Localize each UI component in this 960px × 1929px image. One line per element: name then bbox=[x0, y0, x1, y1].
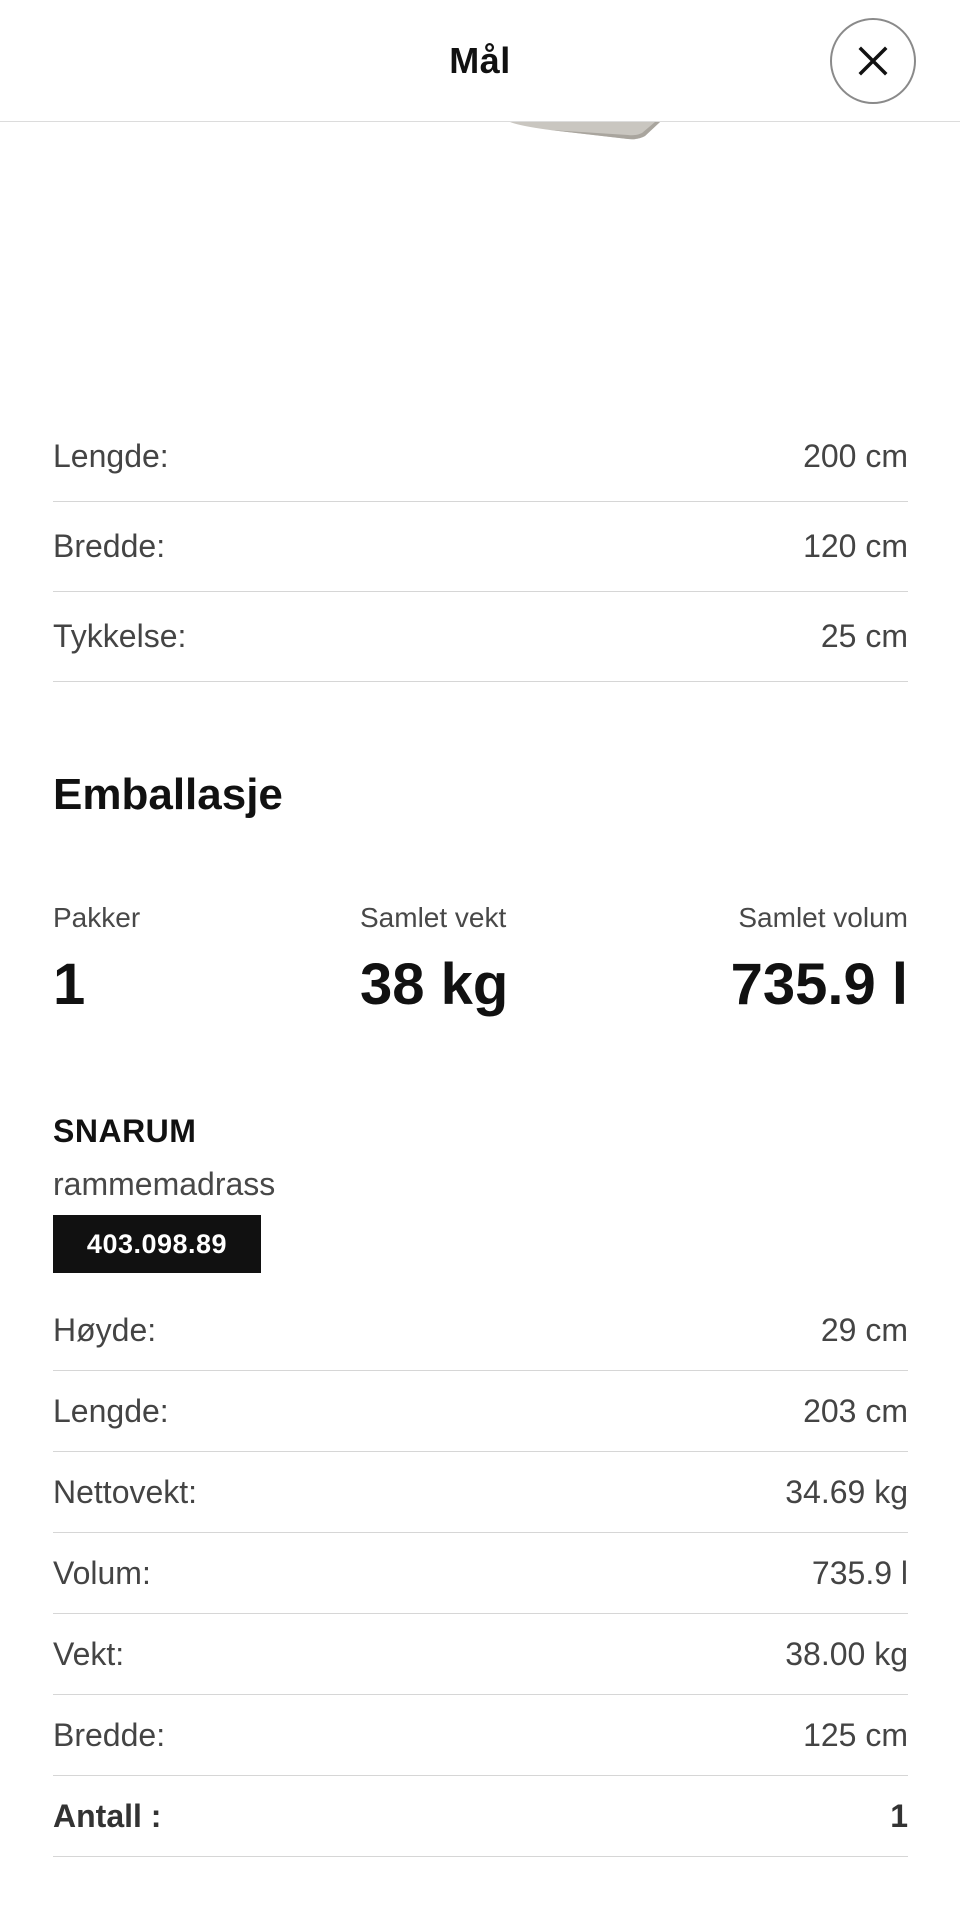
package-count-label: Antall : bbox=[53, 1797, 162, 1834]
close-button[interactable] bbox=[830, 18, 916, 104]
product-description: rammemadrass bbox=[53, 1166, 276, 1202]
package-count-value: 1 bbox=[890, 1797, 908, 1834]
page-title: Mål bbox=[449, 39, 511, 81]
article-number-badge: 403.098.89 bbox=[53, 1215, 261, 1273]
package-label: Nettovekt: bbox=[53, 1473, 198, 1510]
package-value: 203 cm bbox=[803, 1392, 908, 1429]
summary-packages: Pakker 1 bbox=[53, 902, 140, 1014]
package-row: Volum: 735.9 l bbox=[53, 1533, 908, 1614]
package-label: Høyde: bbox=[53, 1311, 157, 1348]
weight-value: 38 kg bbox=[360, 952, 509, 1017]
dimension-label: Tykkelse: bbox=[53, 618, 187, 654]
product-image bbox=[510, 122, 660, 140]
package-row: Nettovekt: 34.69 kg bbox=[53, 1452, 908, 1533]
dimension-value: 25 cm bbox=[820, 618, 908, 654]
weight-label: Samlet vekt bbox=[360, 902, 507, 933]
package-label: Vekt: bbox=[53, 1635, 125, 1672]
package-label: Volum: bbox=[53, 1554, 151, 1591]
volume-label: Samlet volum bbox=[738, 902, 908, 933]
packages-value: 1 bbox=[53, 952, 86, 1017]
product-name: SNARUM bbox=[53, 1113, 197, 1149]
dimension-value: 120 cm bbox=[803, 528, 908, 564]
dimension-value: 200 cm bbox=[803, 438, 908, 474]
packages-label: Pakker bbox=[53, 902, 141, 933]
package-count-row: Antall : 1 bbox=[53, 1776, 908, 1857]
package-row: Lengde: 203 cm bbox=[53, 1371, 908, 1452]
volume-value: 735.9 l bbox=[730, 952, 908, 1017]
dimension-label: Lengde: bbox=[53, 438, 169, 474]
summary-weight: Samlet vekt 38 kg bbox=[360, 902, 508, 1014]
package-value: 34.69 kg bbox=[785, 1473, 908, 1510]
package-details-list: Høyde: 29 cm Lengde: 203 cm Nettovekt: 3… bbox=[53, 1290, 908, 1857]
package-label: Lengde: bbox=[53, 1392, 169, 1429]
package-value: 38.00 kg bbox=[785, 1635, 908, 1672]
package-row: Høyde: 29 cm bbox=[53, 1290, 908, 1371]
dimension-row: Tykkelse: 25 cm bbox=[53, 592, 908, 682]
dimensions-list: Lengde: 200 cm Bredde: 120 cm Tykkelse: … bbox=[53, 412, 908, 682]
dimension-row: Lengde: 200 cm bbox=[53, 412, 908, 502]
package-row: Bredde: 125 cm bbox=[53, 1695, 908, 1776]
close-icon bbox=[858, 46, 888, 76]
summary-volume: Samlet volum 735.9 l bbox=[731, 902, 908, 1014]
packaging-summary: Pakker 1 Samlet vekt 38 kg Samlet volum … bbox=[53, 902, 908, 1032]
dimension-row: Bredde: 120 cm bbox=[53, 502, 908, 592]
package-label: Bredde: bbox=[53, 1716, 166, 1753]
dimension-label: Bredde: bbox=[53, 528, 166, 564]
sheet-header: Mål bbox=[0, 0, 960, 122]
package-value: 29 cm bbox=[820, 1311, 908, 1348]
package-value: 735.9 l bbox=[811, 1554, 908, 1591]
package-value: 125 cm bbox=[803, 1716, 908, 1753]
dimensions-sheet: Mål Lengde: 200 cm Bredde: 120 cm Tykkel… bbox=[0, 0, 960, 1929]
packaging-heading: Emballasje bbox=[53, 770, 283, 819]
package-row: Vekt: 38.00 kg bbox=[53, 1614, 908, 1695]
